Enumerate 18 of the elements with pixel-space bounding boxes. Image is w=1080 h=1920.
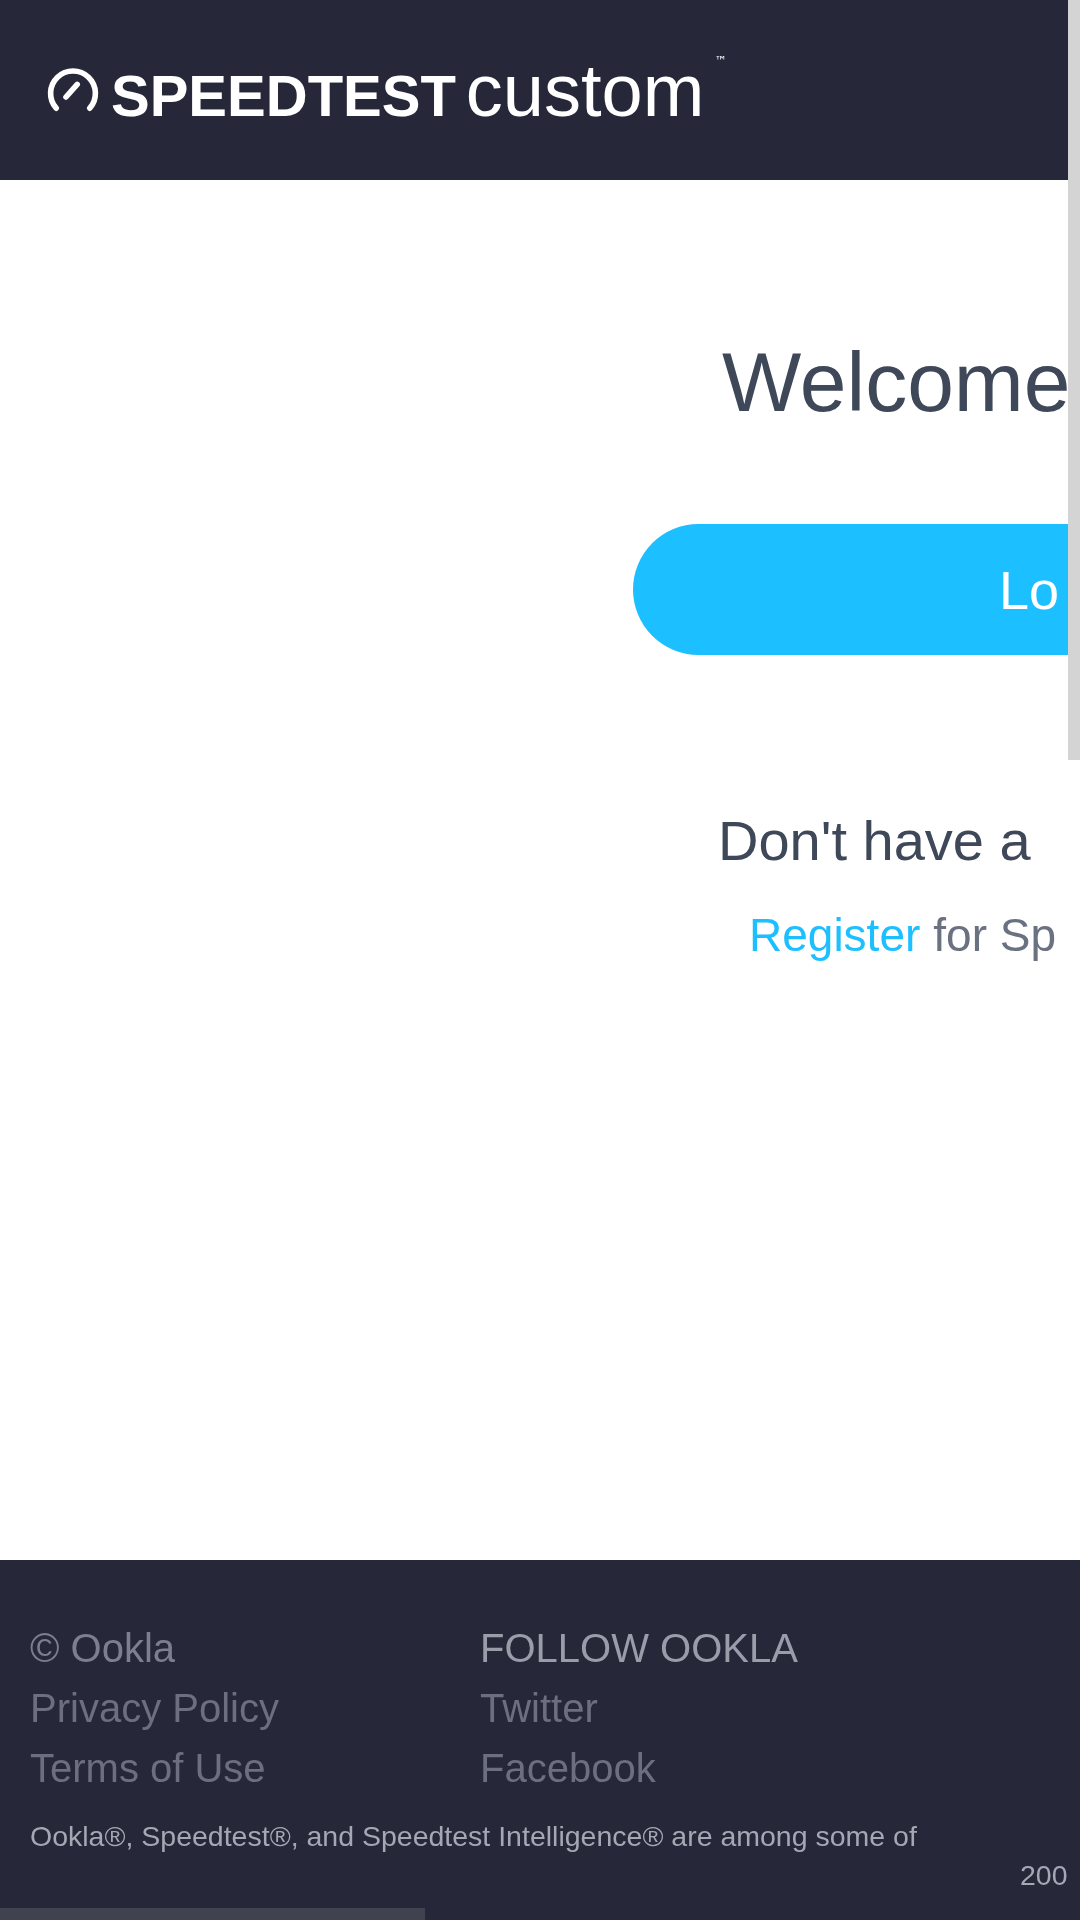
- logo-subtitle: custom: [465, 47, 705, 133]
- follow-heading: FOLLOW OOKLA: [480, 1625, 799, 1672]
- register-text: for Sp: [933, 907, 1057, 962]
- trademark-mark: ™: [714, 53, 727, 68]
- social-link[interactable]: Twitter: [480, 1678, 930, 1738]
- vertical-scrollbar[interactable]: [1068, 0, 1080, 760]
- trademark-notice: Ookla®, Speedtest®, and Speedtest Intelligence® are among some of: [30, 1820, 918, 1853]
- social-link[interactable]: Facebook: [480, 1738, 930, 1798]
- footer-link[interactable]: Privacy Policy: [30, 1678, 480, 1738]
- welcome-heading: Welcome: [722, 340, 1071, 424]
- copyright-years: 200: [1019, 1859, 1069, 1892]
- register-link[interactable]: Register: [749, 907, 921, 962]
- footer-link[interactable]: Terms of Use: [30, 1738, 480, 1798]
- logo-text: SPEEDTEST: [111, 61, 456, 129]
- login-button[interactable]: Lo: [633, 524, 1068, 655]
- signup-prompt: Don't have a: [718, 810, 1031, 872]
- horizontal-scrollbar[interactable]: [0, 1908, 425, 1920]
- copyright-text: © Ookla: [30, 1625, 177, 1672]
